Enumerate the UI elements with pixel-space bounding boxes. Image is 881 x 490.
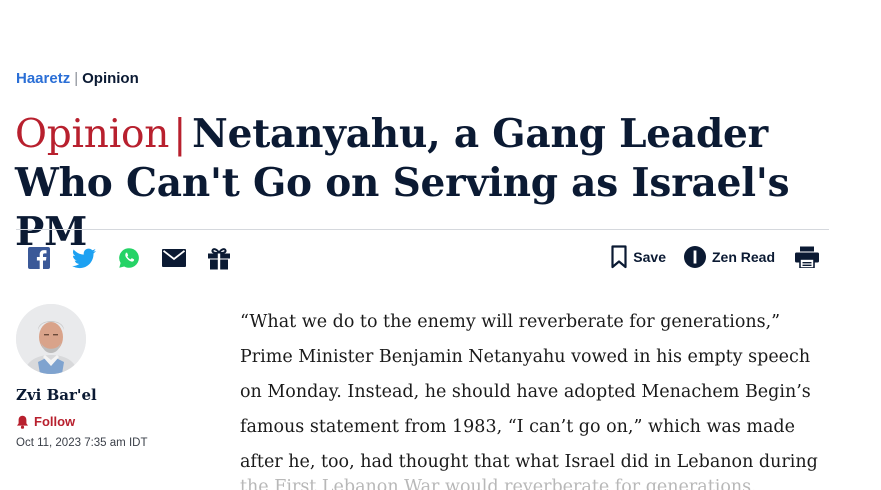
gift-icon xyxy=(208,247,230,269)
article-headline: Opinion | Netanyahu, a Gang Leader Who Can… xyxy=(15,110,865,257)
twitter-share-button[interactable] xyxy=(71,244,97,272)
facebook-share-button[interactable] xyxy=(26,244,52,272)
email-share-button[interactable] xyxy=(161,244,187,272)
print-button[interactable] xyxy=(795,246,819,268)
publish-timestamp: Oct 11, 2023 7:35 am IDT xyxy=(16,437,148,449)
gift-article-button[interactable] xyxy=(206,244,232,272)
follow-author-button[interactable]: Follow xyxy=(16,414,206,429)
article-next-line: the First Lebanon War would reverberate … xyxy=(240,478,757,490)
whatsapp-share-button[interactable] xyxy=(116,244,142,272)
headline-separator: | xyxy=(173,112,187,157)
author-box: Zvi Bar'el Follow Oct 11, 2023 7:35 am I… xyxy=(16,304,206,449)
article-tools: Save Zen Read xyxy=(593,245,819,269)
mail-icon xyxy=(162,249,186,267)
breadcrumb: Haaretz | Opinion xyxy=(16,70,139,87)
printer-icon xyxy=(795,246,819,268)
follow-label: Follow xyxy=(34,414,76,429)
facebook-icon xyxy=(28,247,50,269)
zen-read-label: Zen Read xyxy=(711,249,775,265)
article-next-line-clipped: the First Lebanon War would reverberate … xyxy=(240,478,840,490)
bell-icon xyxy=(17,415,28,429)
breadcrumb-section-link[interactable]: Opinion xyxy=(82,70,139,87)
whatsapp-icon xyxy=(119,248,139,268)
header-divider xyxy=(16,229,829,230)
article-paragraph: “What we do to the enemy will reverberat… xyxy=(240,312,818,472)
headline-kicker: Opinion xyxy=(15,112,170,157)
breadcrumb-separator: | xyxy=(74,70,79,87)
author-name[interactable]: Zvi Bar'el xyxy=(16,386,206,404)
bookmark-icon xyxy=(611,245,627,269)
author-photo xyxy=(16,304,86,374)
breadcrumb-site-link[interactable]: Haaretz xyxy=(16,70,70,87)
save-label: Save xyxy=(633,249,666,265)
author-avatar[interactable] xyxy=(16,304,86,374)
zen-read-button[interactable]: Zen Read xyxy=(683,246,775,268)
share-bar xyxy=(26,244,251,272)
twitter-icon xyxy=(72,248,96,268)
zen-read-icon xyxy=(683,246,706,268)
save-button[interactable]: Save xyxy=(611,245,666,269)
